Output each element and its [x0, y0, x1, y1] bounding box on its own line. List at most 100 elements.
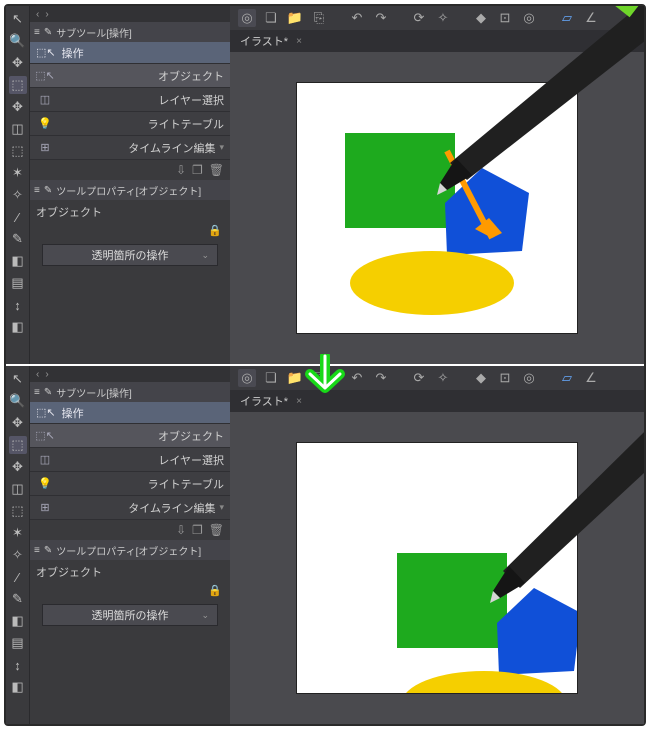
subtool-light-table[interactable]: 💡 ライトテーブル: [30, 112, 230, 136]
sparkle-icon[interactable]: ✧: [434, 9, 452, 27]
pen-icon: ✎: [44, 387, 52, 398]
collapse-left-icon[interactable]: ‹: [36, 9, 39, 20]
download-icon[interactable]: ⇩: [176, 523, 186, 537]
trash-icon[interactable]: 🗑: [209, 163, 224, 177]
collapse-right-icon[interactable]: ›: [45, 9, 48, 20]
arrow-tool-icon[interactable]: ↖: [9, 370, 27, 388]
hand-tool-icon[interactable]: ✥: [9, 414, 27, 432]
marquee-tool-icon[interactable]: ⬚: [9, 502, 27, 520]
transparent-area-dropdown[interactable]: 透明箇所の操作 ⌄: [42, 244, 218, 266]
lasso-tool-icon[interactable]: ◫: [9, 120, 27, 138]
subtool-light-table[interactable]: 💡 ライトテーブル: [30, 472, 230, 496]
light-table-icon: 💡: [36, 115, 54, 133]
new-file-icon[interactable]: ❏: [262, 9, 280, 27]
sparkle-icon[interactable]: ✧: [434, 369, 452, 387]
angle-icon[interactable]: ∠: [582, 369, 600, 387]
yellow-ellipse-shape[interactable]: [350, 251, 514, 315]
timeline-icon: ⊞: [36, 139, 54, 157]
undo-icon[interactable]: ↶: [348, 369, 366, 387]
collapse-left-icon[interactable]: ‹: [36, 369, 39, 380]
gradient-tool-icon[interactable]: ◧: [9, 612, 27, 630]
undo-icon[interactable]: ↶: [348, 9, 366, 27]
magnifier-tool-icon[interactable]: 🔍: [9, 392, 27, 410]
lock-icon[interactable]: 🔒: [208, 584, 222, 600]
subtool-group-operation[interactable]: ⬚↖ 操作: [30, 402, 230, 424]
eraser-tool-icon[interactable]: ◧: [9, 318, 27, 336]
pen-tool-icon[interactable]: ✎: [9, 230, 27, 248]
operation-tool-icon[interactable]: ⬚: [9, 76, 27, 94]
swap-tool-icon[interactable]: ↕: [9, 296, 27, 314]
collapse-right-icon[interactable]: ›: [45, 369, 48, 380]
subtool-header: ≡ ✎ サブツール[操作]: [30, 22, 230, 42]
sync-icon[interactable]: ⟳: [410, 369, 428, 387]
lock-icon[interactable]: 🔒: [208, 224, 222, 240]
toolprop-header-label: ツールプロパティ[オブジェクト]: [56, 543, 201, 558]
gradient-tool-icon[interactable]: ◧: [9, 252, 27, 270]
move-tool-icon[interactable]: ✥: [9, 98, 27, 116]
diamond-icon[interactable]: ◆: [472, 9, 490, 27]
duplicate-icon[interactable]: ❐: [192, 163, 203, 177]
auto-select-icon[interactable]: ✧: [9, 546, 27, 564]
operation-tool-icon[interactable]: ⬚: [9, 436, 27, 454]
close-tab-icon[interactable]: ×: [296, 36, 302, 47]
subtool-group-operation[interactable]: ⬚↖ 操作: [30, 42, 230, 64]
panel-chrome: ‹ ›: [30, 6, 230, 22]
menu-icon[interactable]: ≡: [34, 545, 40, 556]
swirl2-icon[interactable]: ◎: [520, 369, 538, 387]
subtool-object[interactable]: ⬚↖ オブジェクト: [30, 424, 230, 448]
subtool-layer-select[interactable]: ◫ レイヤー選択: [30, 88, 230, 112]
download-icon[interactable]: ⇩: [176, 163, 186, 177]
cursor-icon: ⬚↖: [36, 406, 56, 419]
canvas[interactable]: [297, 83, 577, 333]
select-mode-icon[interactable]: ▱: [558, 369, 576, 387]
subtool-timeline-edit[interactable]: ⊞ タイムライン編集 ▾: [30, 496, 230, 520]
app-icon[interactable]: ◎: [238, 9, 256, 27]
toolprop-header: ≡ ✎ ツールプロパティ[オブジェクト]: [30, 180, 230, 200]
swirl2-icon[interactable]: ◎: [520, 9, 538, 27]
menu-icon[interactable]: ≡: [34, 185, 40, 196]
redo-icon[interactable]: ↷: [372, 369, 390, 387]
eraser-tool-icon[interactable]: ◧: [9, 678, 27, 696]
prop-name-label: オブジェクト: [30, 560, 230, 584]
new-file-icon[interactable]: ❏: [262, 369, 280, 387]
yellow-ellipse-shape[interactable]: [402, 671, 566, 693]
marquee-tool-icon[interactable]: ⬚: [9, 142, 27, 160]
fill-tool-icon[interactable]: ▤: [9, 274, 27, 292]
menu-icon[interactable]: ≡: [34, 387, 40, 398]
pen-tool-icon[interactable]: ✎: [9, 590, 27, 608]
swap-tool-icon[interactable]: ↕: [9, 656, 27, 674]
app-icon[interactable]: ◎: [238, 369, 256, 387]
crop-icon[interactable]: ⊡: [496, 369, 514, 387]
move-tool-icon[interactable]: ✥: [9, 458, 27, 476]
wand-tool-icon[interactable]: ✶: [9, 164, 27, 182]
lasso-tool-icon[interactable]: ◫: [9, 480, 27, 498]
select-mode-icon[interactable]: ▱: [558, 9, 576, 27]
hand-tool-icon[interactable]: ✥: [9, 54, 27, 72]
open-file-icon[interactable]: 📁: [286, 9, 304, 27]
menu-icon[interactable]: ≡: [34, 27, 40, 38]
layer-select-icon: ◫: [36, 451, 54, 469]
canvas-area: ◎ ❏ 📁 ⎘ ↶ ↷ ⟳ ✧ ◆ ⊡ ◎ ▱ ∠ イラスト* ×: [230, 6, 644, 364]
chevron-down-icon: ⌄: [201, 610, 209, 621]
transparent-area-dropdown[interactable]: 透明箇所の操作 ⌄: [42, 604, 218, 626]
dropper-tool-icon[interactable]: ⁄: [9, 568, 27, 586]
trash-icon[interactable]: 🗑: [209, 523, 224, 537]
wand-tool-icon[interactable]: ✶: [9, 524, 27, 542]
fill-tool-icon[interactable]: ▤: [9, 634, 27, 652]
dropper-tool-icon[interactable]: ⁄: [9, 208, 27, 226]
subtool-layer-select[interactable]: ◫ レイヤー選択: [30, 448, 230, 472]
crop-icon[interactable]: ⊡: [496, 9, 514, 27]
canvas[interactable]: [297, 443, 577, 693]
subtool-timeline-edit[interactable]: ⊞ タイムライン編集 ▾: [30, 136, 230, 160]
duplicate-icon[interactable]: ❐: [192, 523, 203, 537]
transition-arrow-icon: [300, 354, 350, 410]
magnifier-tool-icon[interactable]: 🔍: [9, 32, 27, 50]
redo-icon[interactable]: ↷: [372, 9, 390, 27]
auto-select-icon[interactable]: ✧: [9, 186, 27, 204]
sync-icon[interactable]: ⟳: [410, 9, 428, 27]
diamond-icon[interactable]: ◆: [472, 369, 490, 387]
angle-icon[interactable]: ∠: [582, 9, 600, 27]
arrow-tool-icon[interactable]: ↖: [9, 10, 27, 28]
subtool-object[interactable]: ⬚↖ オブジェクト: [30, 64, 230, 88]
save-file-icon[interactable]: ⎘: [310, 9, 328, 27]
